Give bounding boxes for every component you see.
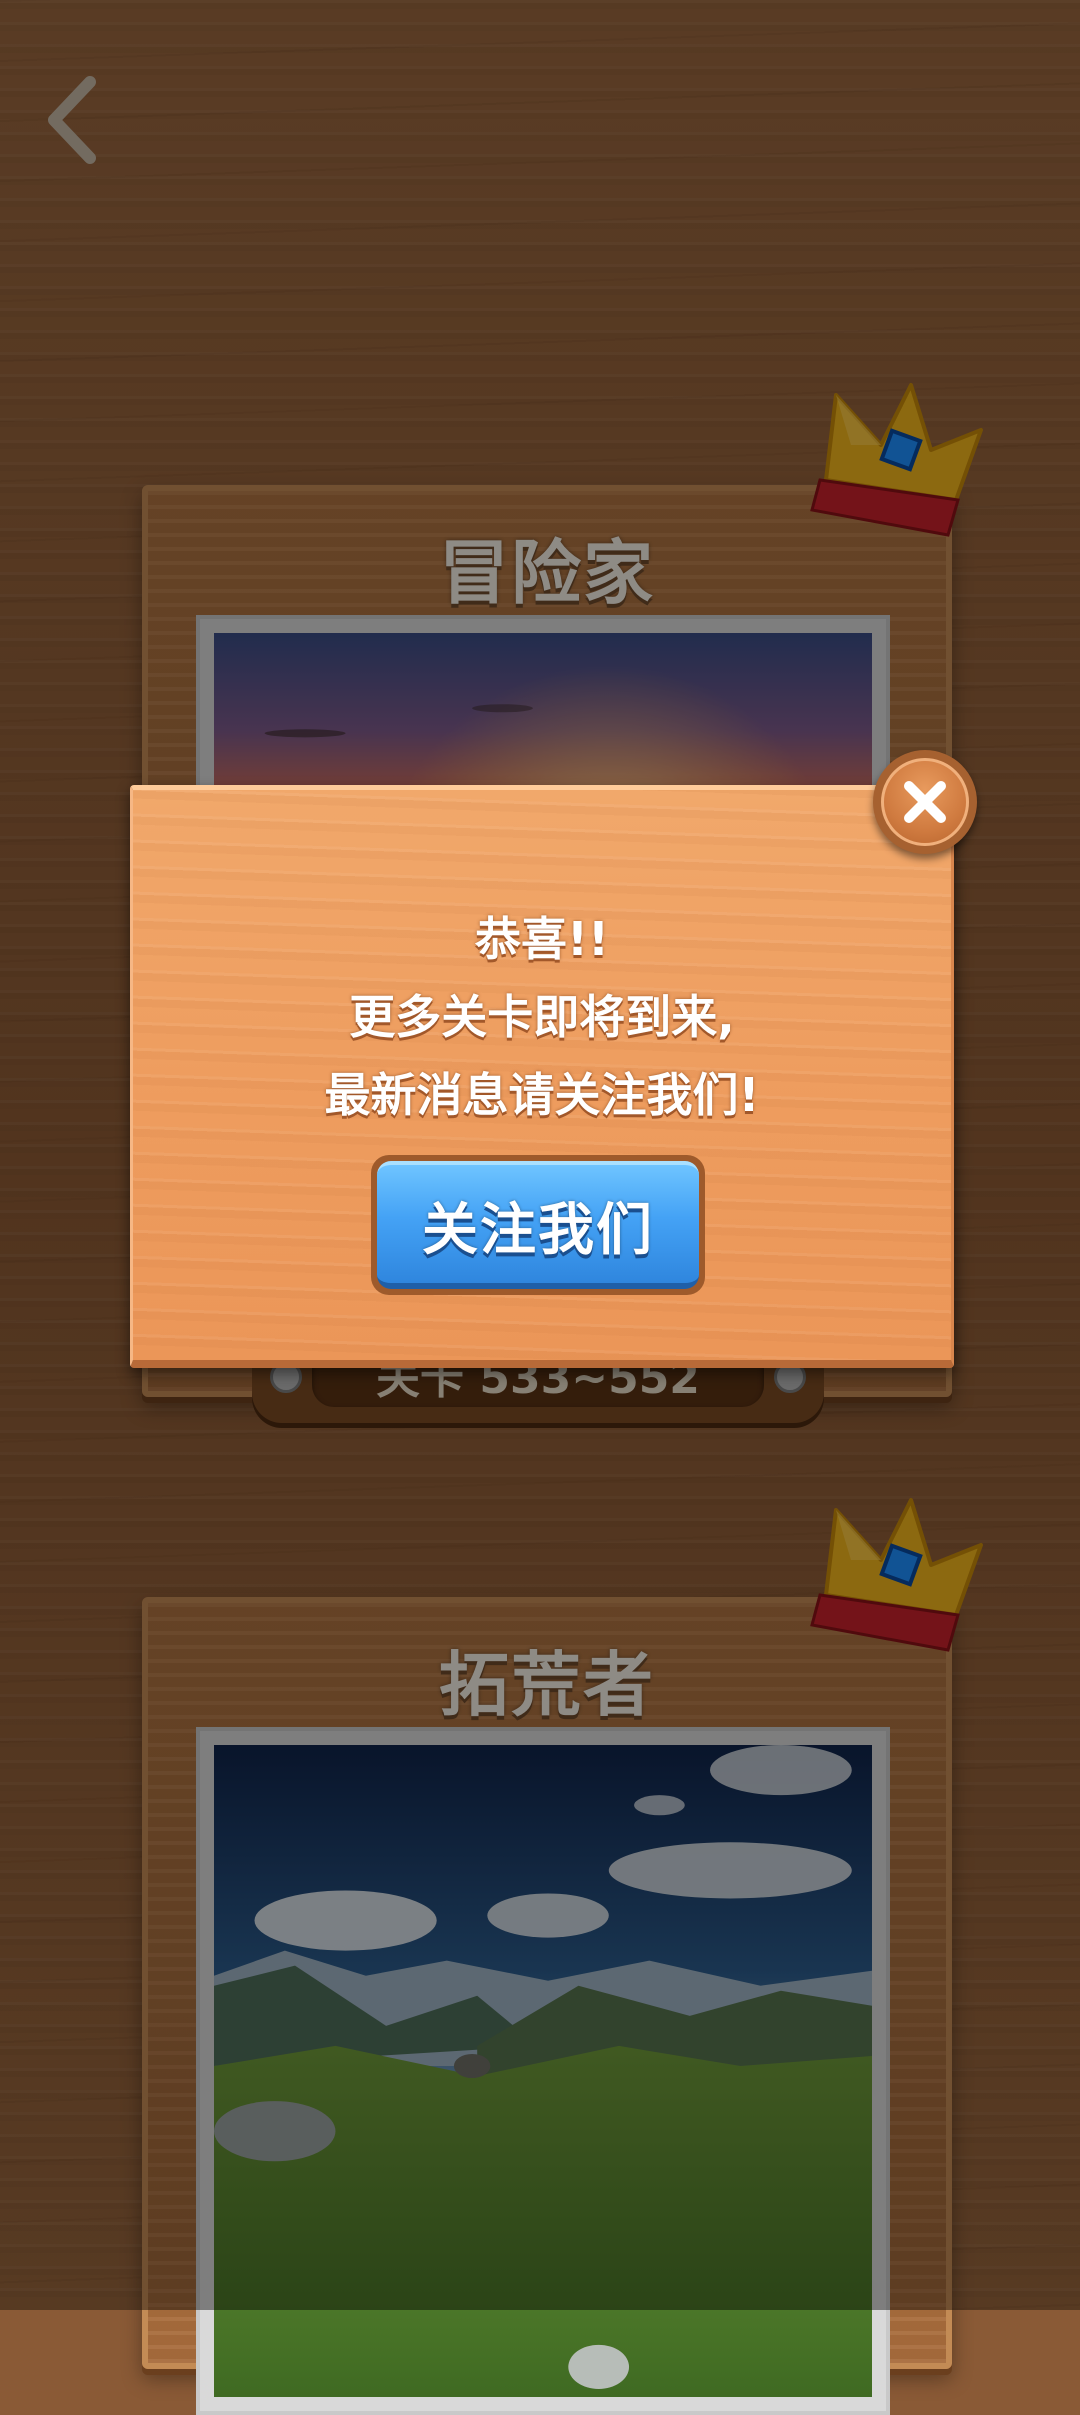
dialog-line-2: 更多关卡即将到来, — [349, 990, 735, 1044]
dialog-message: 恭喜!! 更多关卡即将到来, 最新消息请关注我们! — [133, 900, 951, 1134]
follow-us-label: 关注我们 — [422, 1197, 654, 1263]
close-icon — [904, 781, 946, 823]
dialog-line-3: 最新消息请关注我们! — [324, 1068, 760, 1122]
follow-us-button[interactable]: 关注我们 — [371, 1155, 705, 1295]
dialog-line-1: 恭喜!! — [475, 912, 609, 966]
close-button[interactable] — [873, 750, 977, 854]
coming-soon-dialog: 恭喜!! 更多关卡即将到来, 最新消息请关注我们! 关注我们 — [130, 785, 954, 1368]
